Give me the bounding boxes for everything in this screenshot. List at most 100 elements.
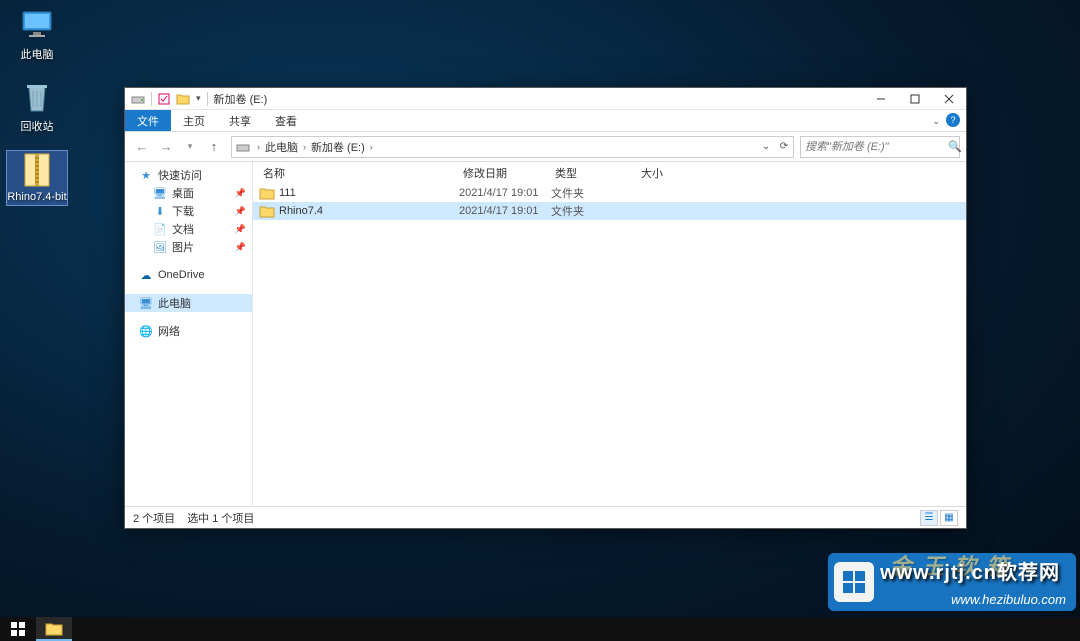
file-name: Rhino7.4 [279,205,459,217]
window-title: 新加卷 (E:) [214,91,268,107]
nav-downloads[interactable]: ⬇ 下载 📌 [125,202,252,220]
window-controls [864,88,966,110]
nav-label: 快速访问 [158,167,202,183]
file-date: 2021/4/17 19:01 [459,187,551,199]
document-icon: 📄 [153,222,167,236]
nav-label: OneDrive [158,269,204,281]
cloud-icon: ☁ [139,268,153,282]
search-icon[interactable]: 🔍 [948,140,962,153]
star-icon: ★ [139,168,153,182]
zip-icon [20,153,54,187]
pin-icon: 📌 [235,224,246,235]
maximize-button[interactable] [898,88,932,110]
nav-thispc[interactable]: 🖥此电脑 [125,294,252,312]
col-name[interactable]: 名称 [253,165,453,181]
file-row[interactable]: Rhino7.4 2021/4/17 19:01 文件夹 [253,202,966,220]
pin-icon: 📌 [235,188,246,199]
monitor-icon [20,8,54,42]
col-type[interactable]: 类型 [545,165,631,181]
file-type: 文件夹 [551,185,637,201]
content-pane: 名称 修改日期 类型 大小 111 2021/4/17 19:01 文件夹 Rh… [253,162,966,506]
desktop-icon: 🖥 [153,186,167,200]
nav-label: 图片 [172,239,194,255]
file-date: 2021/4/17 19:01 [459,205,551,217]
file-name: 111 [279,187,459,199]
watermark-bottom: www.hezibuluo.com [951,592,1066,607]
status-count: 2 个项目 [133,510,175,526]
file-type: 文件夹 [551,203,637,219]
tab-file[interactable]: 文件 [125,110,171,131]
taskbar [0,617,1080,641]
download-icon: ⬇ [153,204,167,218]
desktop-icon-thispc[interactable]: 此电脑 [6,6,68,64]
tab-view[interactable]: 查看 [263,110,309,131]
col-date[interactable]: 修改日期 [453,165,545,181]
explorer-window: ▾ 新加卷 (E:) 文件 主页 共享 查看 ⌄ ? ← → ▾ ↑ › 此电脑… [124,87,967,529]
nav-onedrive[interactable]: ☁ OneDrive [125,266,252,284]
folder-icon [259,204,275,218]
taskbar-explorer[interactable] [36,617,72,641]
recent-dropdown[interactable]: ▾ [179,136,201,158]
status-selected: 选中 1 个项目 [187,510,254,526]
nav-network[interactable]: 🌐 网络 [125,322,252,340]
tab-home[interactable]: 主页 [171,110,217,131]
nav-label: 网络 [158,323,180,339]
monitor-icon: 🖥 [139,296,153,310]
checkbox-icon[interactable] [158,93,170,105]
nav-documents[interactable]: 📄 文档 📌 [125,220,252,238]
network-icon: 🌐 [139,324,153,338]
help-icon[interactable]: ? [946,113,960,127]
drive-icon [131,93,145,105]
nav-label: 桌面 [172,185,194,201]
trash-icon [20,80,54,114]
start-button[interactable] [0,617,36,641]
desktop-icon-recycle[interactable]: 回收站 [6,78,68,136]
address-bar[interactable]: › 此电脑 › 新加卷 (E:) › ⌄ ⟳ [231,136,794,158]
title-bar[interactable]: ▾ 新加卷 (E:) [125,88,966,110]
chevron-right-icon[interactable]: › [254,142,263,152]
nav-pane: ★ 快速访问 🖥 桌面 📌 ⬇ 下载 📌 📄 文档 📌 🖼 图片 📌 ☁ OneDrive 🖥此电脑… [125,162,253,506]
picture-icon: 🖼 [153,240,167,254]
body-split: ★ 快速访问 🖥 桌面 📌 ⬇ 下载 📌 📄 文档 📌 🖼 图片 📌 ☁ OneDrive 🖥此电脑… [125,162,966,506]
pin-icon: 📌 [235,206,246,217]
separator [151,92,152,106]
tab-share[interactable]: 共享 [217,110,263,131]
nav-desktop[interactable]: 🖥 桌面 📌 [125,184,252,202]
watermark-logo [834,562,874,602]
view-switcher: ☰ ▦ [920,510,958,526]
file-row[interactable]: 111 2021/4/17 19:01 文件夹 [253,184,966,202]
ribbon-expand-icon[interactable]: ⌄ [932,116,940,127]
up-button[interactable]: ↑ [203,136,225,158]
file-list[interactable]: 111 2021/4/17 19:01 文件夹 Rhino7.4 2021/4/… [253,184,966,506]
chevron-right-icon[interactable]: › [367,142,376,152]
desktop-icon-rhino[interactable]: Rhino7.4-bit [6,150,68,206]
watermark-top: www.rjtj.cn软荐网 [880,556,1060,585]
minimize-button[interactable] [864,88,898,110]
status-bar: 2 个项目 选中 1 个项目 ☰ ▦ [125,506,966,528]
search-box[interactable]: 🔍 [800,136,960,158]
refresh-icon[interactable]: ⟳ [775,136,793,158]
address-dropdown-icon[interactable]: ⌄ [757,136,775,158]
search-input[interactable] [805,141,948,153]
pin-icon: 📌 [235,242,246,253]
icons-view-icon[interactable]: ▦ [940,510,958,526]
breadcrumb-drive[interactable]: 新加卷 (E:) [309,139,367,155]
desktop-icon-label: Rhino7.4-bit [7,191,67,203]
desktop-icon-label: 回收站 [7,118,67,134]
folder-icon [259,186,275,200]
chevron-right-icon[interactable]: › [300,142,309,152]
col-size[interactable]: 大小 [631,165,711,181]
column-headers: 名称 修改日期 类型 大小 [253,162,966,184]
nav-label: 下载 [172,203,194,219]
nav-pictures[interactable]: 🖼 图片 📌 [125,238,252,256]
close-button[interactable] [932,88,966,110]
forward-button: → [155,136,177,158]
desktop-icons: 此电脑 回收站 Rhino7.4-bit [6,6,68,206]
qat-caret[interactable]: ▾ [196,93,201,104]
nav-quick-access[interactable]: ★ 快速访问 [125,166,252,184]
nav-label: 文档 [172,221,194,237]
desktop-icon-label: 此电脑 [7,46,67,62]
details-view-icon[interactable]: ☰ [920,510,938,526]
back-button[interactable]: ← [131,136,153,158]
breadcrumb-pc[interactable]: 此电脑 [263,139,300,155]
